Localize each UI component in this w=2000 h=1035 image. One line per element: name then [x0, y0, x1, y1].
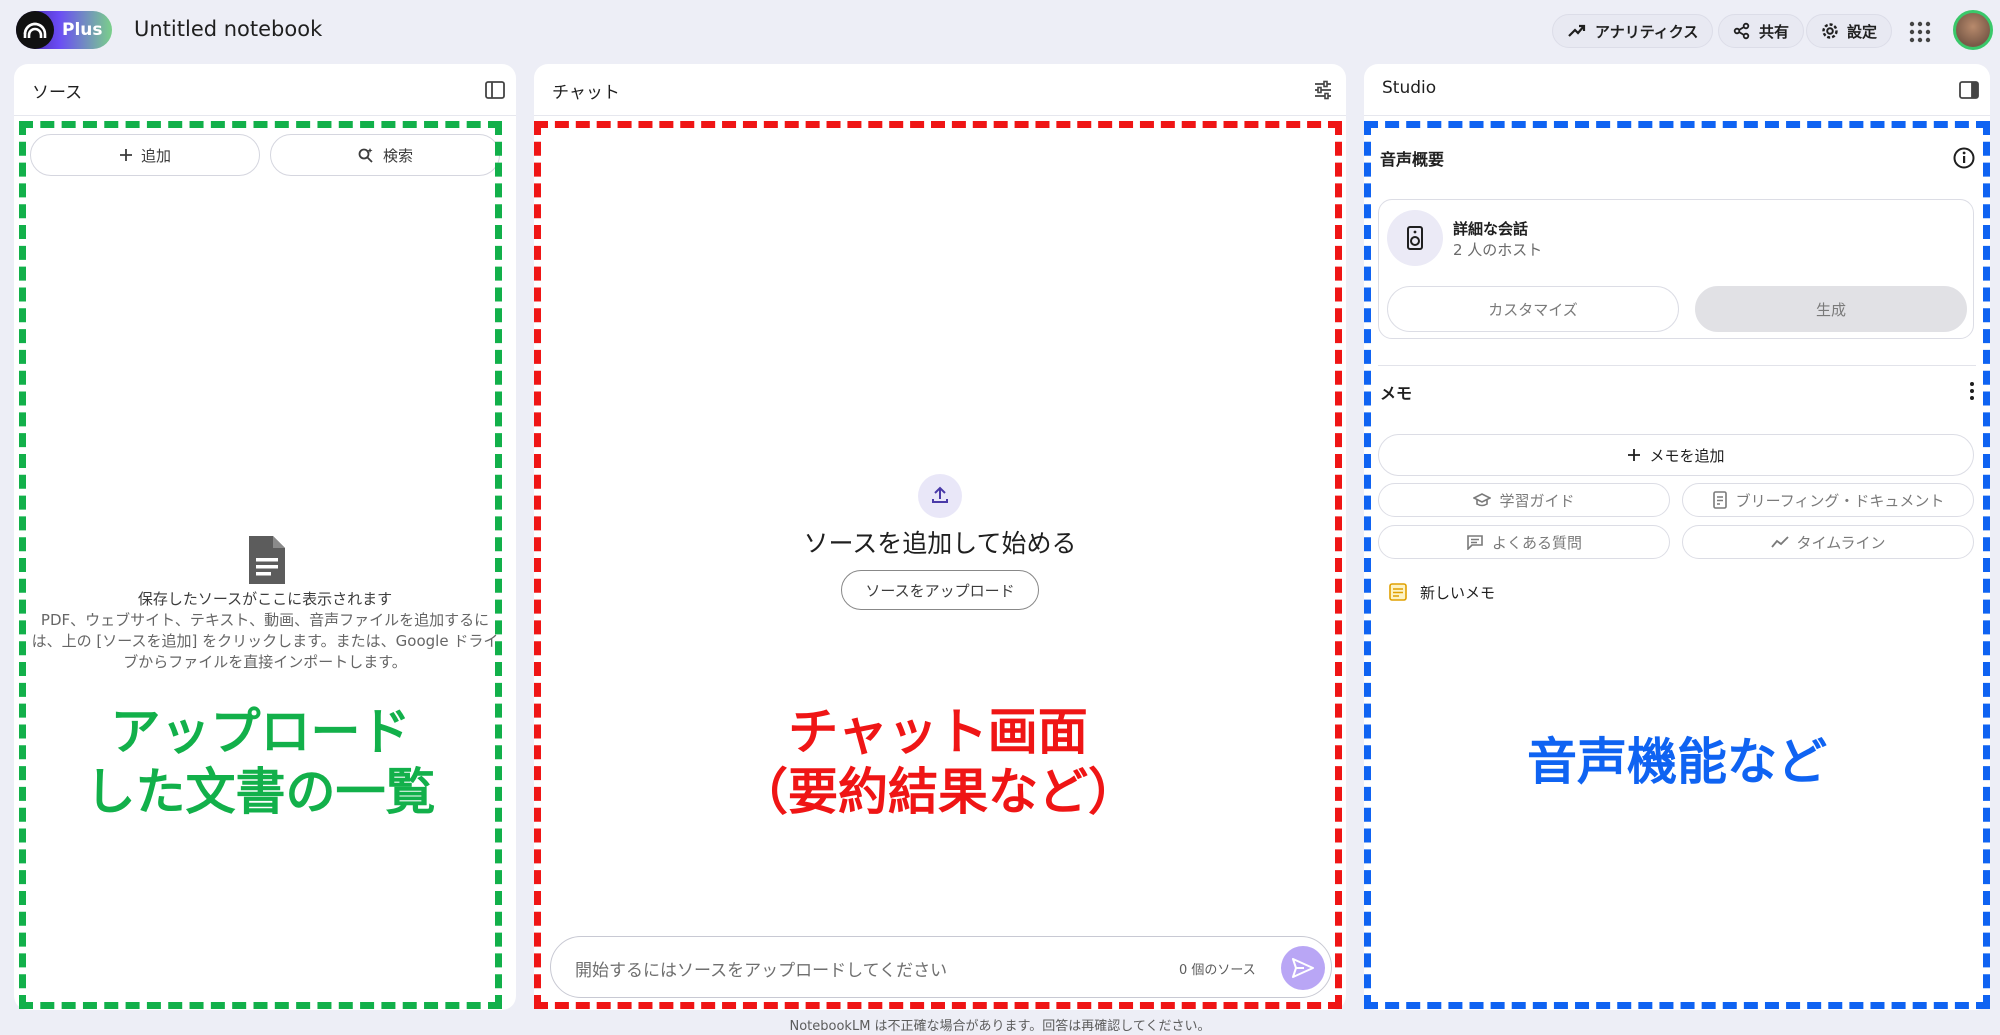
chat-panel: チャット ソースを追加して始める ソースをアップロード 開始するにはソースをアッ… — [534, 64, 1346, 1010]
plus-icon — [1628, 449, 1641, 461]
note-icon — [1389, 583, 1407, 601]
chat-title: チャット — [552, 83, 620, 103]
timeline-label: タイムライン — [1796, 533, 1886, 552]
analytics-label: アナリティクス — [1595, 22, 1699, 41]
timeline-button[interactable]: タイムライン — [1682, 525, 1974, 559]
collapse-panel-icon[interactable] — [1958, 79, 1980, 101]
chat-input-placeholder: 開始するにはソースをアップロードしてください — [575, 961, 948, 981]
study-guide-label: 学習ガイド — [1499, 491, 1575, 510]
generate-button[interactable]: 生成 — [1695, 286, 1967, 332]
search-sparkle-icon — [358, 148, 373, 163]
chat-annotation-text: チャット画面 （要約結果など） — [534, 702, 1342, 822]
notebook-title[interactable]: Untitled notebook — [134, 17, 322, 41]
add-source-label: 追加 — [140, 146, 171, 165]
faq-label: よくある質問 — [1491, 533, 1582, 552]
sources-title: ソース — [32, 83, 83, 103]
chat-start-heading: ソースを追加して始める — [803, 529, 1077, 558]
studio-title: Studio — [1382, 78, 1437, 98]
info-icon[interactable] — [1952, 146, 1976, 170]
new-memo-item[interactable]: 新しいメモ — [1388, 579, 1495, 605]
sources-empty-line-3: ブからファイルを直接インポートします。 — [123, 653, 407, 671]
memo-title: メモ — [1380, 384, 1413, 403]
share-icon — [1733, 22, 1750, 40]
school-icon — [1473, 493, 1492, 507]
analytics-button[interactable]: アナリティクス — [1552, 14, 1714, 48]
collapse-panel-icon[interactable] — [484, 79, 506, 101]
footer-disclaimer: NotebookLM は不正確な場合があります。回答は再確認してください。 — [789, 1019, 1211, 1034]
audio-card-subtitle: 2 人のホスト — [1453, 241, 1543, 259]
studio-panel-header: Studio — [1364, 64, 1990, 116]
gear-icon — [1822, 23, 1838, 39]
avatar[interactable] — [1953, 10, 1993, 50]
chat-input[interactable]: 開始するにはソースをアップロードしてください 0 個のソース — [550, 936, 1332, 998]
plus-icon — [119, 149, 132, 161]
briefing-doc-button[interactable]: ブリーフィング・ドキュメント — [1682, 483, 1974, 517]
sources-empty-line-2: は、上の [ソースを追加] をクリックします。または、Google ドライ — [31, 632, 499, 650]
source-count: 0 個のソース — [1179, 963, 1256, 978]
speaker-icon — [1407, 226, 1423, 250]
send-button[interactable] — [1281, 946, 1325, 990]
briefing-doc-icon — [1712, 491, 1727, 509]
chat-annotation-line-2: （要約結果など） — [738, 763, 1138, 821]
discover-sources-button[interactable]: 検索 — [270, 134, 500, 176]
faq-button[interactable]: よくある質問 — [1378, 525, 1670, 559]
speaker-circle — [1387, 210, 1443, 266]
sources-annotation-text: アップロード した文書の一覧 — [19, 702, 502, 822]
share-button[interactable]: 共有 — [1718, 14, 1805, 48]
send-icon — [1292, 958, 1314, 978]
sources-panel-header: ソース — [14, 64, 516, 116]
upload-circle — [918, 474, 962, 518]
briefing-doc-label: ブリーフィング・ドキュメント — [1735, 491, 1945, 510]
sources-annotation-line-1: アップロード — [110, 703, 411, 761]
studio-annotation-text: 音声機能など — [1527, 733, 1827, 791]
document-icon — [249, 536, 285, 584]
customize-button[interactable]: カスタマイズ — [1387, 286, 1679, 332]
share-label: 共有 — [1759, 22, 1790, 41]
add-source-button[interactable]: 追加 — [30, 134, 260, 176]
more-vert-icon[interactable] — [1968, 380, 1976, 402]
sources-empty-line-1: PDF、ウェブサイト、テキスト、動画、音声ファイルを追加するに — [40, 611, 490, 629]
audio-overview-title: 音声概要 — [1380, 150, 1445, 169]
audio-card-title: 詳細な会話 — [1453, 220, 1529, 238]
plus-badge: Plus — [62, 20, 103, 40]
chat-annotation-line-1: チャット画面 — [788, 703, 1088, 761]
sources-empty-title: 保存したソースがここに表示されます — [137, 590, 393, 608]
chat-panel-header: チャット — [534, 64, 1346, 116]
add-memo-button[interactable]: メモを追加 — [1378, 434, 1974, 476]
apps-grid-icon[interactable] — [1906, 18, 1934, 46]
chat-bubble-icon — [1467, 535, 1483, 550]
logo-icon — [16, 11, 54, 49]
sources-annotation-line-2: した文書の一覧 — [85, 763, 436, 821]
divider — [1378, 365, 1976, 366]
search-label: 検索 — [382, 146, 413, 165]
settings-button[interactable]: 設定 — [1806, 14, 1893, 48]
upload-source-button[interactable]: ソースをアップロード — [841, 570, 1039, 610]
add-memo-label: メモを追加 — [1649, 446, 1725, 465]
new-memo-label: 新しいメモ — [1420, 583, 1496, 602]
upload-icon — [932, 486, 948, 503]
top-bar: Plus Untitled notebook アナリティクス 共有 設定 — [0, 0, 2000, 62]
timeline-icon — [1770, 536, 1789, 548]
studio-panel: Studio 音声概要 詳細な会話 2 人のホスト カスタマイズ 生成 メモ メ… — [1364, 64, 1990, 1010]
trending-up-icon — [1568, 24, 1586, 37]
tune-icon[interactable] — [1312, 79, 1334, 101]
audio-overview-card: 詳細な会話 2 人のホスト カスタマイズ 生成 — [1378, 199, 1974, 339]
study-guide-button[interactable]: 学習ガイド — [1378, 483, 1670, 517]
settings-label: 設定 — [1847, 22, 1878, 41]
sources-panel: ソース 追加 検索 保存したソースがここに表示されます PDF、ウェブサイト、テ… — [14, 64, 516, 1010]
notebooklm-logo[interactable]: Plus — [16, 11, 112, 49]
